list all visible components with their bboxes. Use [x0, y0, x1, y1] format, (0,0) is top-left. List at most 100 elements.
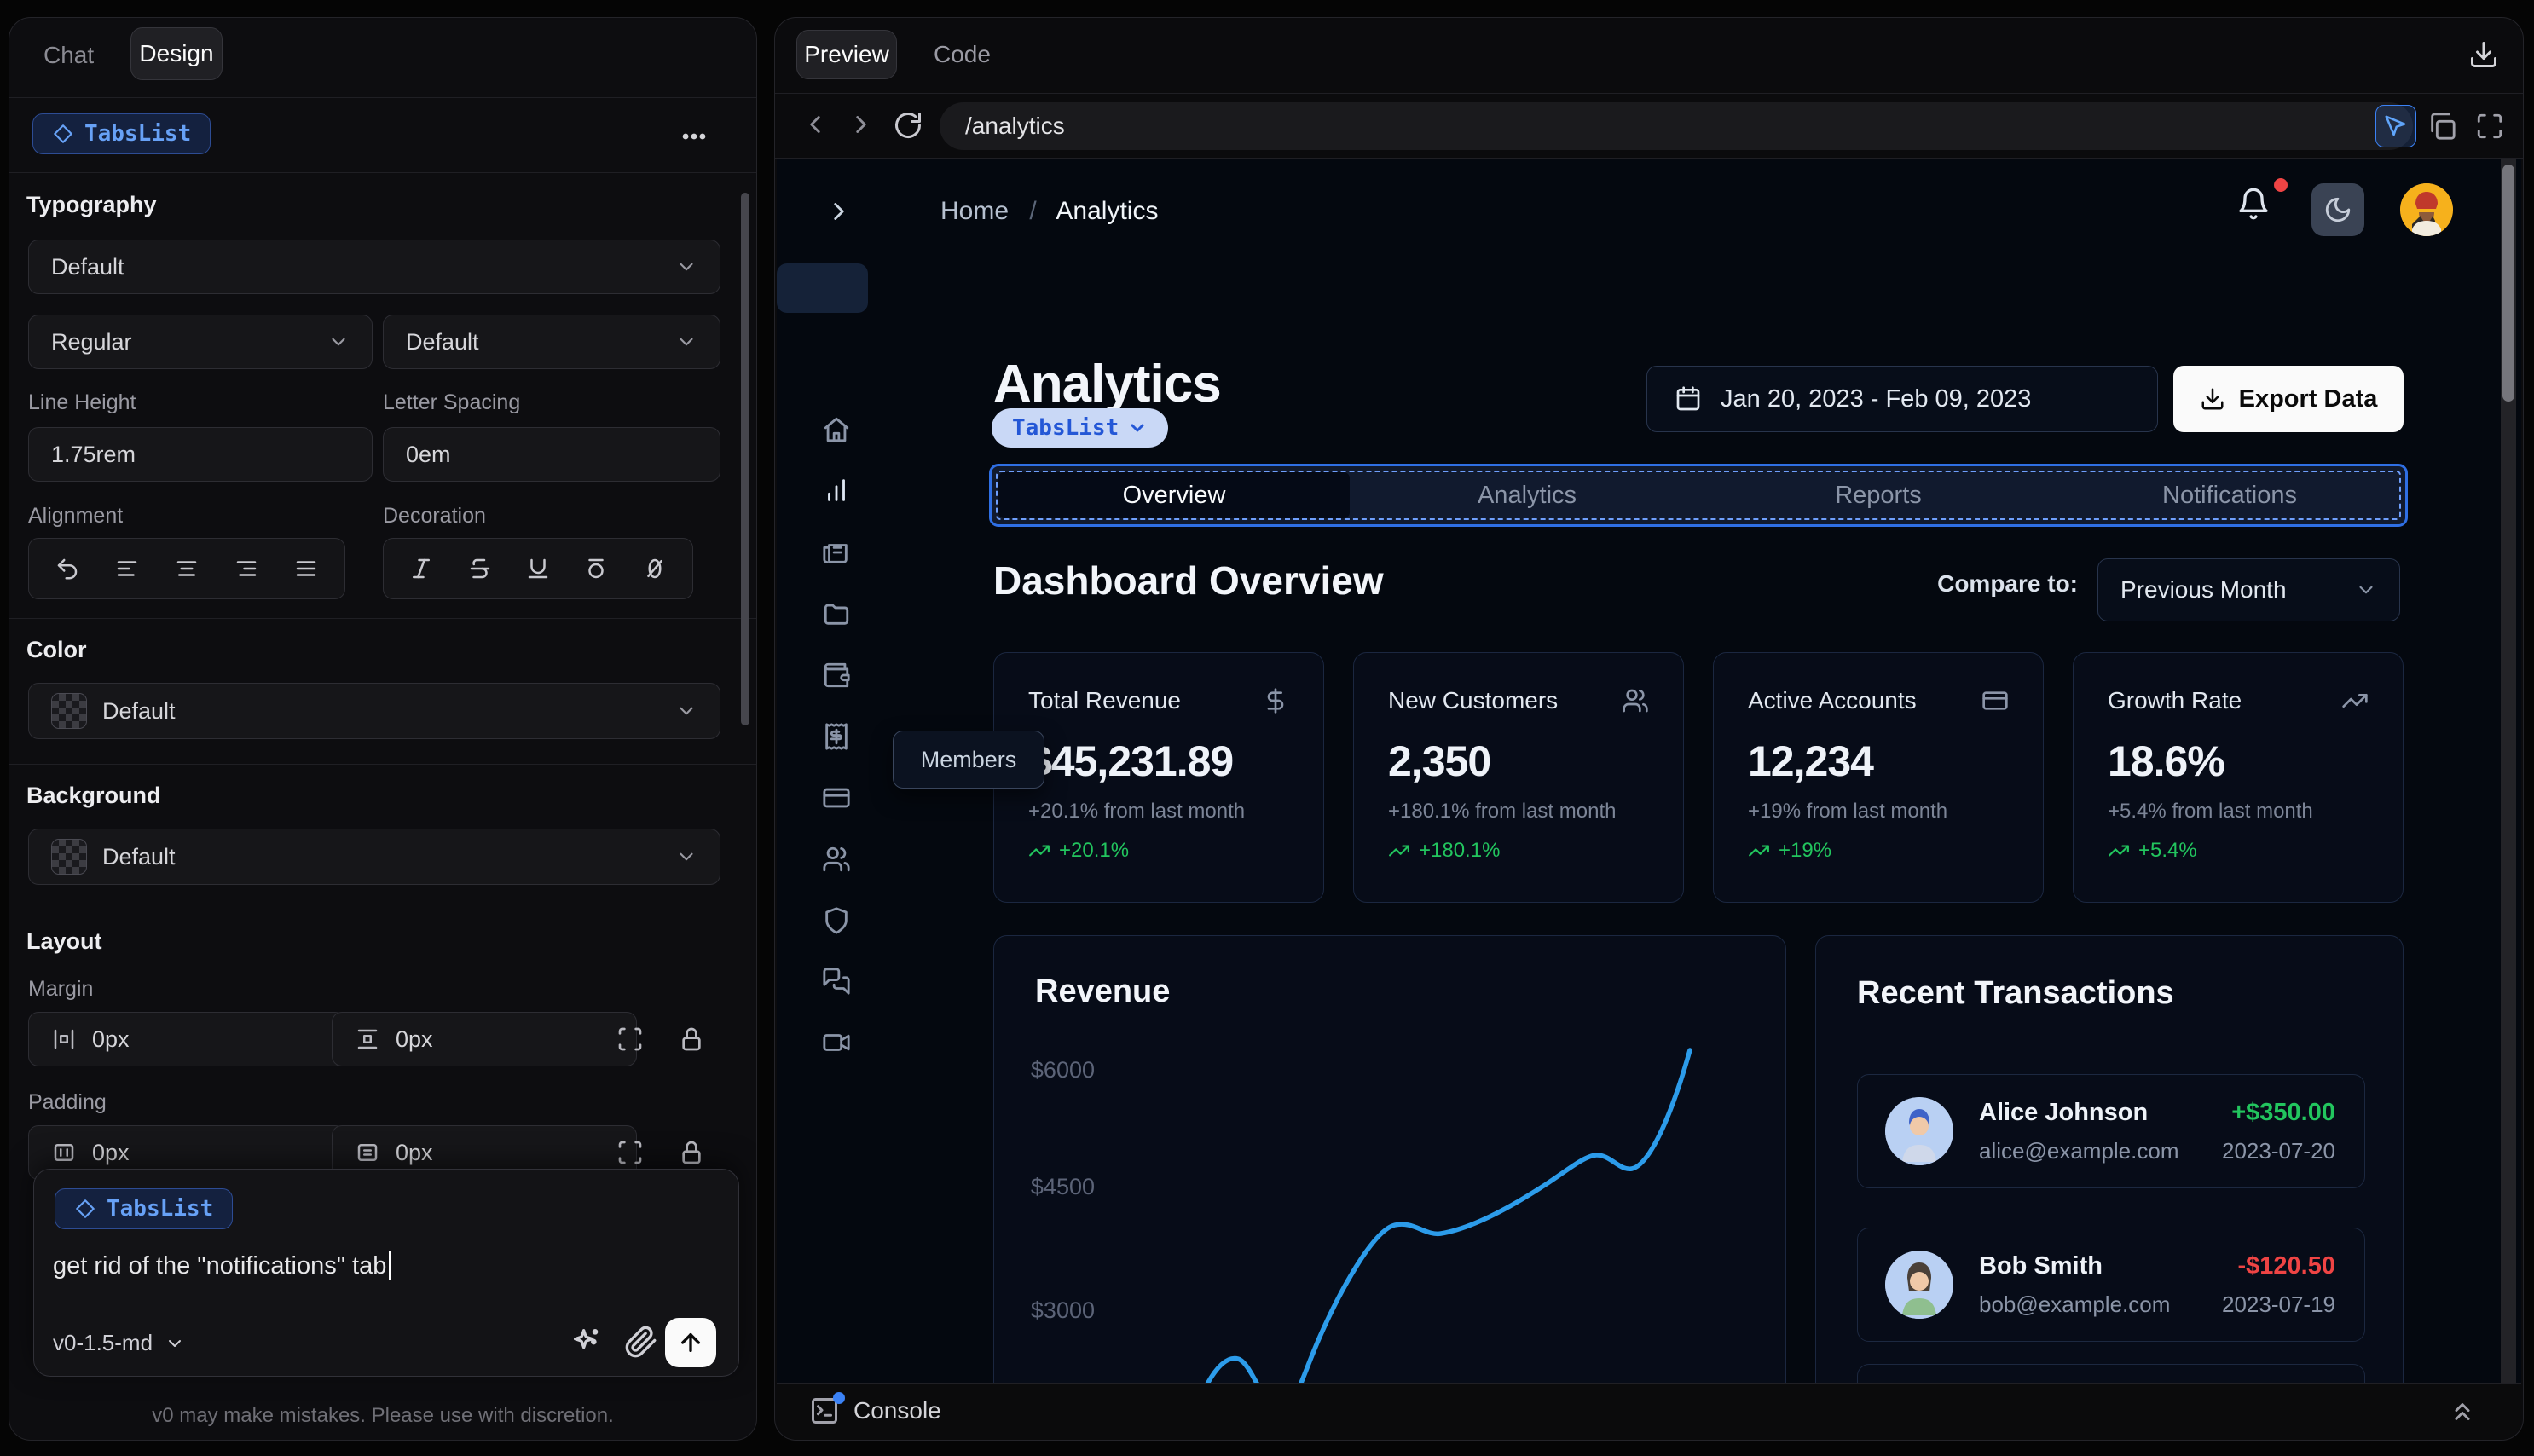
decoration-label: Decoration	[383, 504, 486, 528]
align-left-icon[interactable]	[114, 556, 140, 581]
padding-vertical-icon	[355, 1140, 380, 1165]
avatar	[1885, 1097, 1953, 1165]
refresh-icon[interactable]	[893, 110, 923, 141]
messages-icon[interactable]	[822, 967, 851, 996]
selected-component-chip[interactable]: TabsList	[32, 113, 211, 154]
notifications-bell-icon[interactable]	[2236, 187, 2271, 221]
console-bar[interactable]: Console	[777, 1383, 2521, 1440]
compare-select[interactable]: Previous Month	[2097, 558, 2400, 621]
font-family-select[interactable]: Default	[28, 240, 720, 294]
breadcrumb-current[interactable]: Analytics	[1056, 197, 1158, 225]
sidebar-toggle-icon[interactable]	[824, 197, 853, 226]
italic-icon[interactable]	[408, 556, 434, 581]
reset-align-icon[interactable]	[55, 556, 80, 581]
overline-icon[interactable]	[583, 556, 609, 581]
tab-code[interactable]: Code	[934, 41, 991, 68]
font-weight-select[interactable]: Regular	[28, 315, 373, 369]
tab-overview[interactable]: Overview	[998, 472, 1350, 518]
date-range-button[interactable]: Jan 20, 2023 - Feb 09, 2023	[1646, 366, 2158, 432]
sidebar-item-analytics-active[interactable]	[777, 263, 868, 313]
user-avatar[interactable]	[2400, 183, 2453, 236]
tab-analytics[interactable]: Analytics	[1351, 482, 1703, 510]
tab-notifications[interactable]: Notifications	[2054, 482, 2405, 510]
chevrons-up-icon[interactable]	[2448, 1397, 2477, 1426]
disclaimer-text: v0 may make mistakes. Please use with di…	[152, 1404, 614, 1427]
members-tooltip: Members	[893, 731, 1044, 789]
font-size-select[interactable]: Default	[383, 315, 720, 369]
background-select[interactable]: Default	[28, 829, 720, 885]
shield-icon[interactable]	[822, 906, 851, 935]
no-decoration-icon[interactable]	[642, 556, 668, 581]
breadcrumb: Home / Analytics	[940, 197, 1158, 226]
preview-scrollbar[interactable]	[2501, 159, 2516, 1383]
margin-y-input[interactable]: 0px	[332, 1012, 637, 1066]
app-sidebar-rail	[777, 263, 893, 1383]
video-icon[interactable]	[822, 1028, 851, 1057]
component-badge[interactable]: TabsList	[992, 408, 1169, 448]
align-center-icon[interactable]	[174, 556, 200, 581]
prompt-input[interactable]: get rid of the "notifications" tab	[53, 1251, 392, 1280]
tab-chat[interactable]: Chat	[43, 42, 94, 69]
credit-card-icon[interactable]	[822, 783, 851, 812]
line-height-input[interactable]: 1.75rem	[28, 427, 373, 482]
line-height-value: 1.75rem	[51, 441, 136, 467]
fullscreen-icon[interactable]	[2475, 112, 2504, 141]
newspaper-icon[interactable]	[822, 538, 851, 567]
breadcrumb-home[interactable]: Home	[940, 197, 1009, 225]
tab-reports[interactable]: Reports	[1703, 482, 2054, 510]
export-data-button[interactable]: Export Data	[2173, 366, 2404, 432]
url-input[interactable]: /analytics	[940, 102, 2413, 150]
strikethrough-icon[interactable]	[467, 556, 493, 581]
diamond-icon	[76, 1199, 95, 1218]
stat-trend: +19%	[1779, 839, 1832, 862]
margin-x-input[interactable]: 0px	[28, 1012, 345, 1066]
padding-lock-icon[interactable]	[678, 1139, 705, 1166]
margin-expand-icon[interactable]	[616, 1026, 644, 1053]
compare-to-label: Compare to:	[1937, 570, 2078, 597]
download-icon[interactable]	[2468, 39, 2499, 70]
margin-lock-icon[interactable]	[678, 1026, 705, 1053]
stat-trend: +180.1%	[1419, 839, 1501, 862]
home-icon[interactable]	[822, 415, 851, 444]
device-preview-icon[interactable]	[2427, 112, 2456, 141]
attach-file-icon[interactable]	[624, 1325, 658, 1359]
tab-preview[interactable]: Preview	[796, 30, 897, 79]
preview-viewport: Home / Analytics Analytics TabsList Jan …	[777, 159, 2521, 1383]
more-menu-icon[interactable]	[680, 122, 709, 151]
transaction-email: alice@example.com	[1979, 1138, 2179, 1164]
transaction-row[interactable]: Bob Smith bob@example.com -$120.50 2023-…	[1857, 1228, 2365, 1342]
align-justify-icon[interactable]	[293, 556, 319, 581]
design-panel-scrollbar[interactable]	[741, 193, 749, 725]
users-icon[interactable]	[822, 845, 851, 874]
chevron-down-icon	[2355, 579, 2377, 601]
tab-design[interactable]: Design	[130, 27, 223, 80]
padding-expand-icon[interactable]	[616, 1139, 644, 1166]
scrollbar-thumb[interactable]	[2502, 165, 2514, 402]
tabs-list-component: Overview Analytics Reports Notifications	[989, 464, 2408, 527]
transaction-amount: -$120.50	[2237, 1252, 2336, 1280]
decoration-toolbar	[383, 538, 693, 599]
transaction-row[interactable]: Alice Johnson alice@example.com +$350.00…	[1857, 1074, 2365, 1188]
color-select[interactable]: Default	[28, 683, 720, 739]
transaction-date: 2023-07-19	[2222, 1291, 2335, 1317]
transactions-title: Recent Transactions	[1857, 975, 2174, 1011]
back-icon[interactable]	[801, 110, 830, 139]
receipt-icon[interactable]	[822, 722, 851, 751]
prompt-context-chip[interactable]: TabsList	[55, 1188, 234, 1229]
alignment-label: Alignment	[28, 504, 124, 528]
model-select[interactable]: v0-1.5-md	[53, 1330, 185, 1356]
forward-icon[interactable]	[847, 110, 876, 139]
letter-spacing-input[interactable]: 0em	[383, 427, 720, 482]
theme-toggle-button[interactable]	[2311, 183, 2364, 236]
align-right-icon[interactable]	[234, 556, 259, 581]
wallet-icon[interactable]	[822, 661, 851, 690]
folder-icon[interactable]	[822, 599, 851, 628]
send-button[interactable]	[665, 1318, 716, 1367]
stat-title: New Customers	[1388, 687, 1559, 714]
underline-icon[interactable]	[525, 556, 551, 581]
letter-spacing-value: 0em	[406, 441, 451, 467]
export-data-label: Export Data	[2238, 384, 2378, 413]
enhance-prompt-icon[interactable]	[570, 1325, 604, 1359]
y-tick-4500: $4500	[1031, 1174, 1095, 1199]
inspect-mode-button[interactable]	[2375, 105, 2416, 147]
